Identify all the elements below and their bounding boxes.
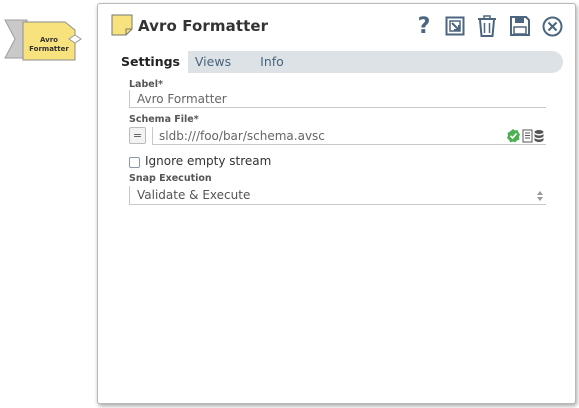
snap-document-icon (111, 14, 133, 36)
dialog-title: Avro Formatter (138, 17, 269, 35)
database-icon[interactable] (534, 130, 544, 142)
label-input[interactable]: Avro Formatter (129, 90, 546, 108)
export-icon[interactable] (445, 16, 465, 36)
schema-field-icons (507, 129, 545, 148)
snap-label-line1: Avro (40, 36, 58, 44)
file-browser-icon[interactable] (522, 129, 533, 143)
snap-execution-title: Snap Execution (129, 173, 212, 184)
save-icon[interactable] (510, 16, 530, 36)
validated-check-icon (507, 129, 520, 143)
tab-settings[interactable]: Settings (113, 51, 188, 73)
tab-bar: Settings Views Info (113, 51, 563, 73)
close-icon[interactable] (542, 16, 563, 37)
snap-label-line2: Formatter (29, 45, 69, 53)
help-icon[interactable]: ? (415, 13, 433, 37)
label-field-title: Label* (129, 79, 163, 90)
tab-views[interactable]: Views (193, 51, 233, 73)
tab-info[interactable]: Info (257, 51, 287, 73)
schema-file-title: Schema File* (129, 114, 199, 125)
svg-text:?: ? (418, 14, 431, 37)
schema-file-input[interactable]: sldb:///foo/bar/schema.avsc (152, 127, 546, 145)
ignore-empty-stream-label[interactable]: Ignore empty stream (145, 154, 271, 168)
expression-toggle-button[interactable]: = (129, 127, 146, 144)
snap-settings-dialog: Avro Formatter ? Settings Views Info Lab… (97, 3, 576, 404)
snap-execution-value: Validate & Execute (137, 188, 251, 202)
snap-execution-select[interactable]: Validate & Execute (129, 186, 546, 205)
ignore-empty-stream-checkbox[interactable] (129, 157, 140, 168)
snap-node-label: Avro Formatter (29, 36, 69, 54)
schema-file-value: sldb:///foo/bar/schema.avsc (159, 129, 325, 143)
snap-node[interactable]: Avro Formatter (3, 6, 85, 72)
trash-icon[interactable] (477, 15, 497, 37)
select-updown-icon (537, 191, 543, 201)
